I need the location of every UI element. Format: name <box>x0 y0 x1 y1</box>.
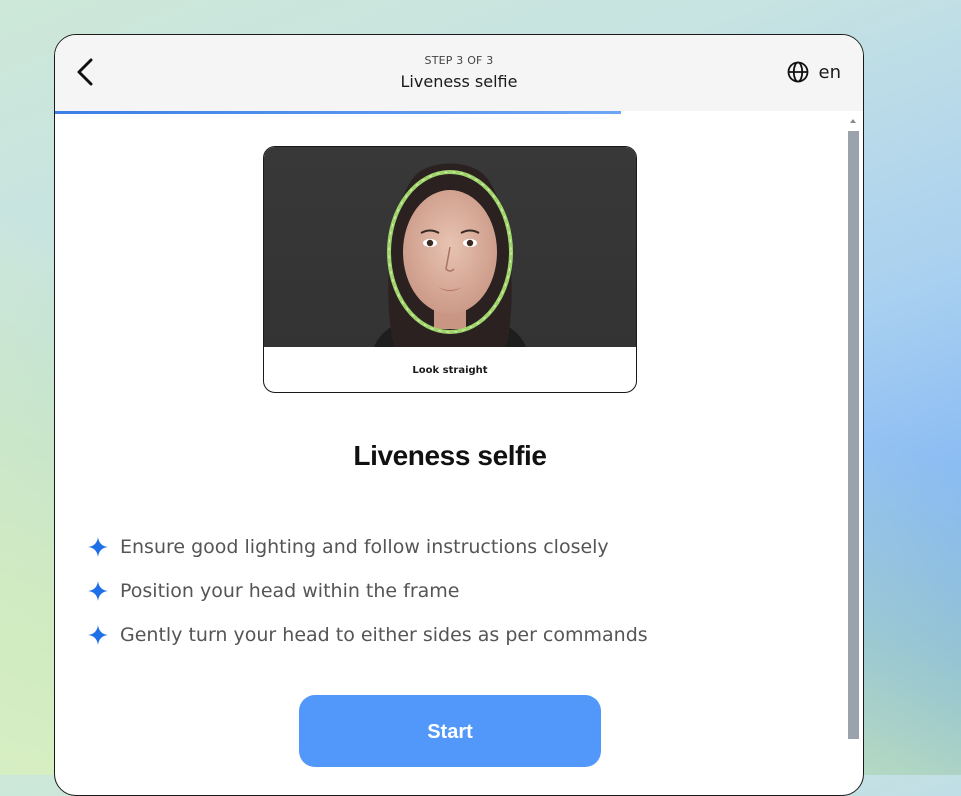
instruction-text: Ensure good lighting and follow instruct… <box>120 536 609 558</box>
header: STEP 3 OF 3 Liveness selfie en <box>55 35 863 111</box>
page-title: Liveness selfie <box>353 440 547 471</box>
preview-caption: Look straight <box>412 365 488 376</box>
scroll-up-arrow-icon[interactable] <box>850 119 856 123</box>
start-button[interactable]: Start <box>299 695 601 767</box>
verification-card: STEP 3 OF 3 Liveness selfie en Look stra… <box>54 34 864 796</box>
instructions-list: Ensure good lighting and follow instruct… <box>87 525 648 657</box>
list-item: Position your head within the frame <box>87 569 648 613</box>
list-item: Gently turn your head to either sides as… <box>87 613 648 657</box>
scrollbar[interactable] <box>847 119 859 795</box>
progress-fill <box>55 111 621 114</box>
language-code: en <box>818 61 841 83</box>
progress-bar <box>55 111 863 114</box>
list-item: Ensure good lighting and follow instruct… <box>87 525 648 569</box>
step-indicator: STEP 3 OF 3 <box>424 54 494 67</box>
sparkle-icon <box>88 625 108 645</box>
header-title: Liveness selfie <box>400 72 518 91</box>
selfie-photo <box>264 147 636 347</box>
instruction-text: Position your head within the frame <box>120 580 460 602</box>
scrollbar-thumb[interactable] <box>848 131 859 739</box>
globe-icon <box>787 61 808 83</box>
sparkle-icon <box>88 581 108 601</box>
sparkle-icon <box>88 537 108 557</box>
language-selector[interactable]: en <box>787 61 841 83</box>
instruction-text: Gently turn your head to either sides as… <box>120 624 648 646</box>
selfie-preview: Look straight <box>263 146 637 393</box>
person-illustration <box>374 163 526 347</box>
